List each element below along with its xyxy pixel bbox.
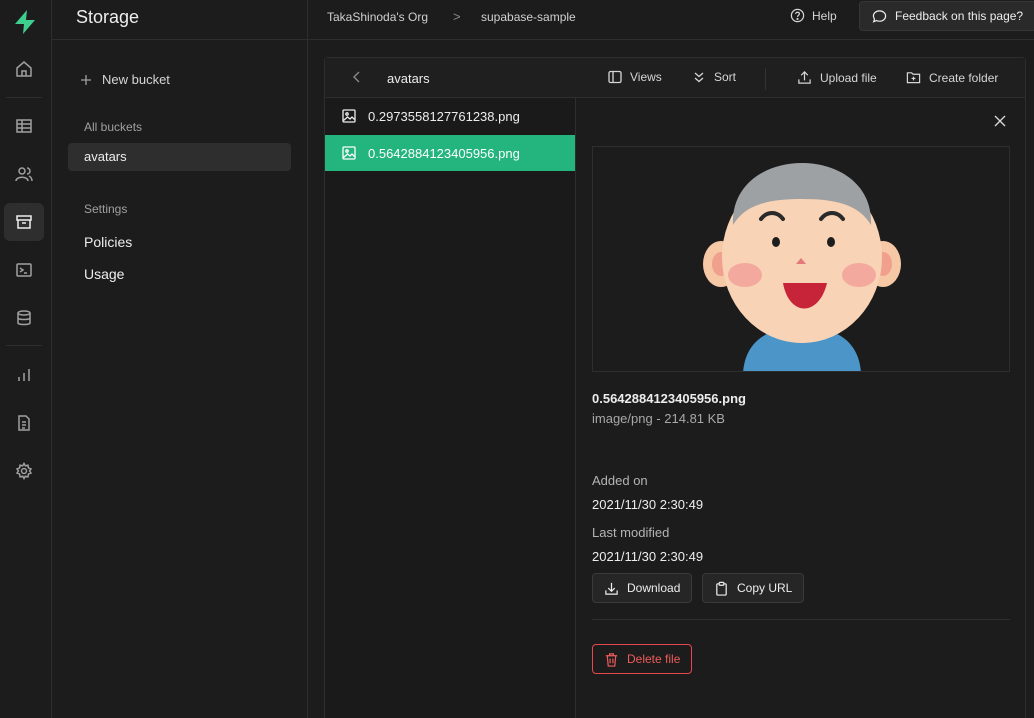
all-buckets-heading: All buckets — [84, 120, 143, 134]
storage-menu: Storage New bucket All buckets avatars S… — [52, 0, 308, 718]
image-file-icon — [342, 146, 356, 160]
new-bucket-button[interactable]: New bucket — [80, 72, 170, 87]
added-on-label: Added on — [592, 473, 648, 488]
file-preview-pane: 0.5642884123405956.png image/png - 214.8… — [576, 98, 1025, 718]
file-column: 0.2973558127761238.png 0.564288412340595… — [325, 98, 576, 718]
current-bucket-title: avatars — [387, 71, 430, 86]
sort-button[interactable]: Sort — [692, 70, 736, 84]
preview-file-meta: image/png - 214.81 KB — [592, 411, 725, 426]
file-row-selected[interactable]: 0.5642884123405956.png — [325, 135, 575, 171]
explorer-toolbar: avatars Views Sort Upload file Create fo… — [325, 58, 1025, 98]
policies-link[interactable]: Policies — [84, 234, 132, 250]
download-label: Download — [627, 581, 681, 595]
create-folder-label: Create folder — [929, 70, 999, 85]
columns-icon — [608, 70, 622, 84]
help-label: Help — [812, 8, 837, 23]
image-file-icon — [342, 109, 356, 123]
home-icon[interactable] — [4, 50, 44, 88]
page-title: Storage — [76, 7, 140, 27]
new-bucket-label: New bucket — [102, 72, 170, 87]
breadcrumb-project[interactable]: supabase-sample — [481, 10, 576, 24]
settings-icon[interactable] — [4, 452, 44, 490]
top-header: TakaShinoda's Org > supabase-sample Help… — [308, 0, 1034, 40]
delete-file-label: Delete file — [627, 652, 681, 666]
last-modified-label: Last modified — [592, 525, 670, 540]
delete-file-button[interactable]: Delete file — [592, 644, 693, 674]
file-name: 0.2973558127761238.png — [368, 108, 520, 124]
help-icon — [790, 8, 805, 23]
breadcrumb-separator: > — [453, 9, 461, 24]
views-label: Views — [630, 70, 662, 84]
sort-chevrons-icon — [694, 72, 704, 83]
close-icon[interactable] — [994, 115, 1006, 130]
copy-url-button[interactable]: Copy URL — [702, 573, 805, 603]
file-name: 0.5642884123405956.png — [368, 145, 520, 161]
feedback-label: Feedback on this page? — [895, 9, 1024, 23]
database-icon[interactable] — [4, 299, 44, 337]
supabase-logo-icon[interactable] — [12, 9, 38, 35]
copy-url-label: Copy URL — [737, 581, 793, 595]
download-button[interactable]: Download — [592, 573, 693, 603]
upload-label: Upload file — [820, 70, 877, 85]
table-icon[interactable] — [4, 107, 44, 145]
icon-rail — [0, 0, 52, 718]
rail-divider — [6, 345, 42, 346]
last-modified-value: 2021/11/30 2:30:49 — [592, 549, 704, 564]
trash-icon — [605, 652, 618, 667]
feedback-button[interactable]: Feedback on this page? — [859, 1, 1034, 31]
reports-icon[interactable] — [4, 356, 44, 394]
docs-icon[interactable] — [4, 404, 44, 442]
bucket-item-avatars[interactable]: avatars — [68, 143, 291, 171]
download-icon — [605, 582, 618, 595]
message-icon — [872, 9, 887, 23]
plus-icon — [81, 74, 91, 85]
sort-label: Sort — [714, 70, 737, 84]
folder-plus-icon — [906, 72, 921, 84]
help-button[interactable]: Help — [790, 8, 837, 23]
rail-divider — [6, 97, 42, 98]
file-explorer: avatars Views Sort Upload file Create fo… — [324, 57, 1026, 718]
upload-file-button[interactable]: Upload file — [797, 70, 877, 85]
users-icon[interactable] — [4, 155, 44, 193]
breadcrumb-org[interactable]: TakaShinoda's Org — [327, 10, 428, 24]
image-preview — [592, 146, 1010, 372]
terminal-icon[interactable] — [4, 251, 44, 289]
settings-heading: Settings — [84, 202, 128, 216]
avatar-illustration — [703, 163, 901, 371]
back-chevron-icon[interactable] — [351, 70, 363, 87]
storage-icon[interactable] — [4, 203, 44, 241]
views-button[interactable]: Views — [608, 70, 662, 84]
file-row[interactable]: 0.2973558127761238.png — [325, 98, 575, 134]
divider — [592, 619, 1010, 620]
menu-title-bar: Storage — [52, 0, 307, 40]
upload-icon — [798, 71, 811, 84]
preview-file-name: 0.5642884123405956.png — [592, 391, 746, 406]
toolbar-divider — [765, 68, 766, 90]
usage-link[interactable]: Usage — [84, 266, 124, 282]
added-on-value: 2021/11/30 2:30:49 — [592, 497, 704, 512]
clipboard-icon — [716, 581, 727, 596]
create-folder-button[interactable]: Create folder — [906, 70, 998, 85]
